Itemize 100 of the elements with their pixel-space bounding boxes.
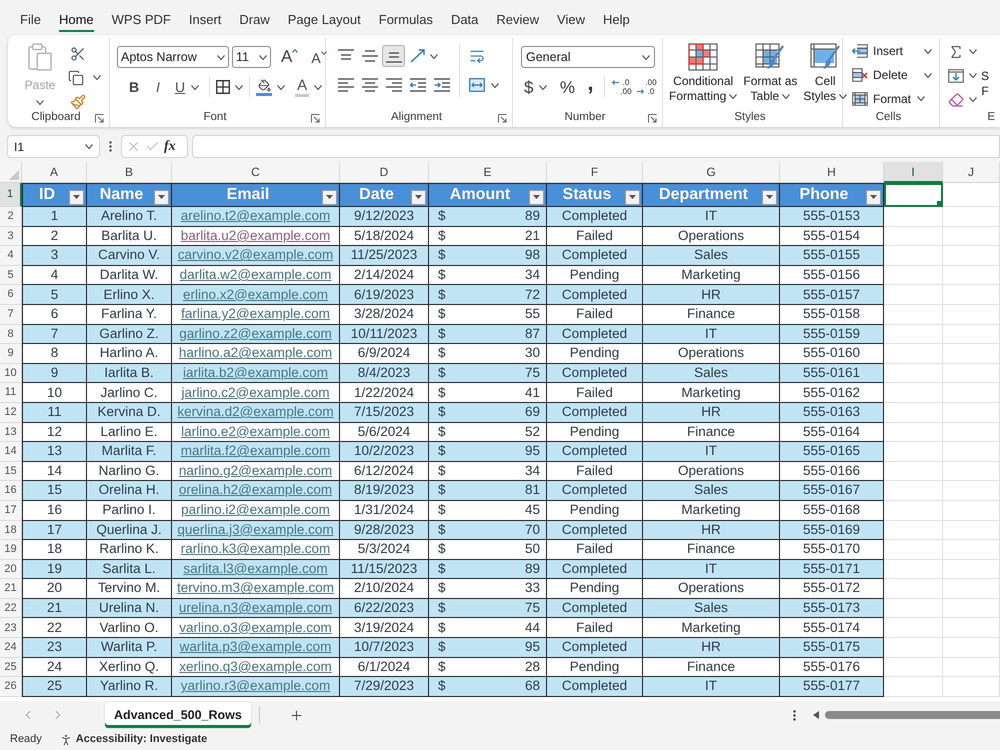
row-header[interactable]: 16 [0, 481, 22, 501]
email-link[interactable]: marlita.f2@example.com [180, 441, 330, 462]
increase-decimal-button[interactable]: .0 .00 [609, 76, 634, 98]
delete-cells-button[interactable]: Delete [852, 64, 932, 86]
row-header[interactable]: 6 [0, 285, 22, 305]
vertical-align-button[interactable] [382, 45, 405, 67]
row-header[interactable]: 2 [0, 207, 22, 227]
menu-tab[interactable]: Review [496, 10, 540, 32]
email-link[interactable]: kervina.d2@example.com [177, 402, 334, 422]
email-link[interactable]: warlita.p3@example.com [180, 637, 332, 658]
dialog-launcher-button[interactable] [647, 113, 657, 123]
selected-cell[interactable] [884, 183, 943, 207]
menu-tab[interactable]: View [557, 10, 585, 32]
filter-dropdown-button[interactable] [529, 190, 544, 204]
row-header[interactable]: 23 [0, 618, 22, 638]
filter-dropdown-button[interactable] [322, 190, 337, 204]
currency-button[interactable]: $ [521, 76, 550, 98]
dialog-launcher-button[interactable] [94, 113, 104, 123]
column-header[interactable]: D [340, 162, 429, 183]
insert-function-button[interactable]: fx [164, 140, 176, 154]
email-link[interactable]: parlino.i2@example.com [181, 500, 330, 520]
sort-filter-button[interactable]: S F [981, 69, 990, 109]
grow-font-button[interactable]: A [281, 46, 298, 68]
email-link[interactable]: erlino.x2@example.com [182, 284, 328, 305]
email-link[interactable]: sarlita.l3@example.com [183, 558, 328, 580]
row-header[interactable]: 5 [0, 266, 22, 286]
row-header[interactable]: 11 [0, 383, 22, 403]
menu-tab[interactable]: Data [450, 10, 478, 32]
menu-tab[interactable]: File [20, 10, 41, 32]
email-link[interactable]: orelina.h2@example.com [178, 480, 332, 501]
email-link[interactable]: varlino.o3@example.com [179, 618, 332, 638]
row-header[interactable]: 3 [0, 226, 22, 246]
menu-tab[interactable]: Insert [188, 10, 222, 32]
row-header[interactable]: 20 [0, 560, 22, 580]
bold-button[interactable]: B [123, 76, 145, 98]
email-link[interactable]: tervino.m3@example.com [176, 578, 334, 599]
row-header[interactable]: 24 [0, 638, 22, 658]
column-header[interactable]: B [87, 162, 172, 183]
format-as-table-button[interactable]: Format as Table [741, 43, 800, 109]
email-link[interactable]: larlino.e2@example.com [181, 422, 330, 442]
row-header[interactable]: 12 [0, 402, 22, 423]
underline-button[interactable]: U [171, 76, 204, 98]
column-header[interactable]: E [429, 162, 547, 183]
column-header[interactable]: G [643, 162, 780, 183]
dialog-launcher-button[interactable] [497, 113, 508, 123]
font-color-button[interactable]: A [295, 76, 322, 98]
column-header[interactable]: F [547, 162, 643, 183]
comma-style-button[interactable]: , [580, 76, 600, 98]
percent-button[interactable]: % [554, 76, 580, 98]
column-header[interactable]: A [22, 162, 87, 183]
filter-dropdown-button[interactable] [625, 190, 640, 204]
column-header[interactable]: C [172, 162, 340, 183]
row-header[interactable]: 4 [0, 246, 22, 266]
decrease-decimal-button[interactable]: .00 .0 [634, 76, 660, 98]
row-header[interactable]: 8 [0, 324, 22, 344]
filter-dropdown-button[interactable] [69, 190, 84, 204]
number-format-dropdown[interactable]: General [521, 46, 655, 68]
scroll-left-button[interactable] [812, 710, 820, 720]
email-link[interactable]: querlina.j3@example.com [177, 520, 334, 540]
menu-tab[interactable]: Home [58, 10, 94, 32]
row-header[interactable]: 22 [0, 598, 22, 618]
row-header[interactable]: 9 [0, 344, 22, 364]
menu-tab[interactable]: Help [602, 10, 630, 32]
cell-styles-button[interactable]: Cell Styles [801, 43, 850, 109]
row-header[interactable]: 17 [0, 500, 22, 520]
email-link[interactable]: harlino.a2@example.com [178, 343, 332, 364]
menu-tab[interactable]: Draw [239, 10, 270, 32]
email-link[interactable]: darlita.w2@example.com [180, 264, 332, 286]
email-link[interactable]: farlina.y2@example.com [181, 304, 330, 324]
email-link[interactable]: jarlino.c2@example.com [181, 382, 330, 403]
conditional-formatting-button[interactable]: Conditional Formatting [667, 43, 740, 109]
row-header[interactable]: 19 [0, 540, 22, 560]
email-link[interactable]: barlita.u2@example.com [180, 226, 330, 246]
formula-input[interactable] [192, 135, 1000, 158]
email-link[interactable]: urelina.n3@example.com [178, 598, 332, 618]
menu-tab[interactable]: Formulas [378, 10, 433, 32]
email-link[interactable]: iarlita.b2@example.com [182, 362, 328, 384]
email-link[interactable]: yarlino.r3@example.com [180, 676, 330, 697]
column-header[interactable]: H [780, 162, 884, 183]
font-size-dropdown[interactable]: 11 [232, 46, 271, 68]
row-header[interactable]: 26 [0, 677, 22, 697]
dialog-launcher-button[interactable] [310, 113, 320, 123]
email-link[interactable]: carvino.v2@example.com [178, 245, 334, 266]
email-link[interactable]: rarlino.k3@example.com [180, 539, 330, 560]
email-link[interactable]: xerlino.q3@example.com [179, 656, 332, 678]
sheet-tab[interactable]: Advanced_500_Rows [105, 702, 251, 728]
menu-tab[interactable]: Page Layout [288, 10, 361, 32]
font-name-dropdown[interactable]: Aptos Narrow [117, 46, 229, 68]
row-header[interactable]: 13 [0, 422, 22, 442]
filter-dropdown-button[interactable] [866, 190, 881, 204]
insert-cells-button[interactable]: Insert [852, 41, 932, 62]
row-header[interactable]: 7 [0, 304, 22, 325]
row-header[interactable]: 1 [0, 183, 22, 207]
name-box[interactable]: I1 [7, 135, 100, 158]
format-cells-button[interactable]: Format [852, 88, 932, 110]
filter-dropdown-button[interactable] [762, 190, 777, 204]
row-header[interactable]: 21 [0, 579, 22, 599]
row-header[interactable]: 15 [0, 462, 22, 482]
accessibility-button[interactable]: Accessibility: Investigate [58, 731, 208, 748]
filter-dropdown-button[interactable] [154, 190, 169, 204]
